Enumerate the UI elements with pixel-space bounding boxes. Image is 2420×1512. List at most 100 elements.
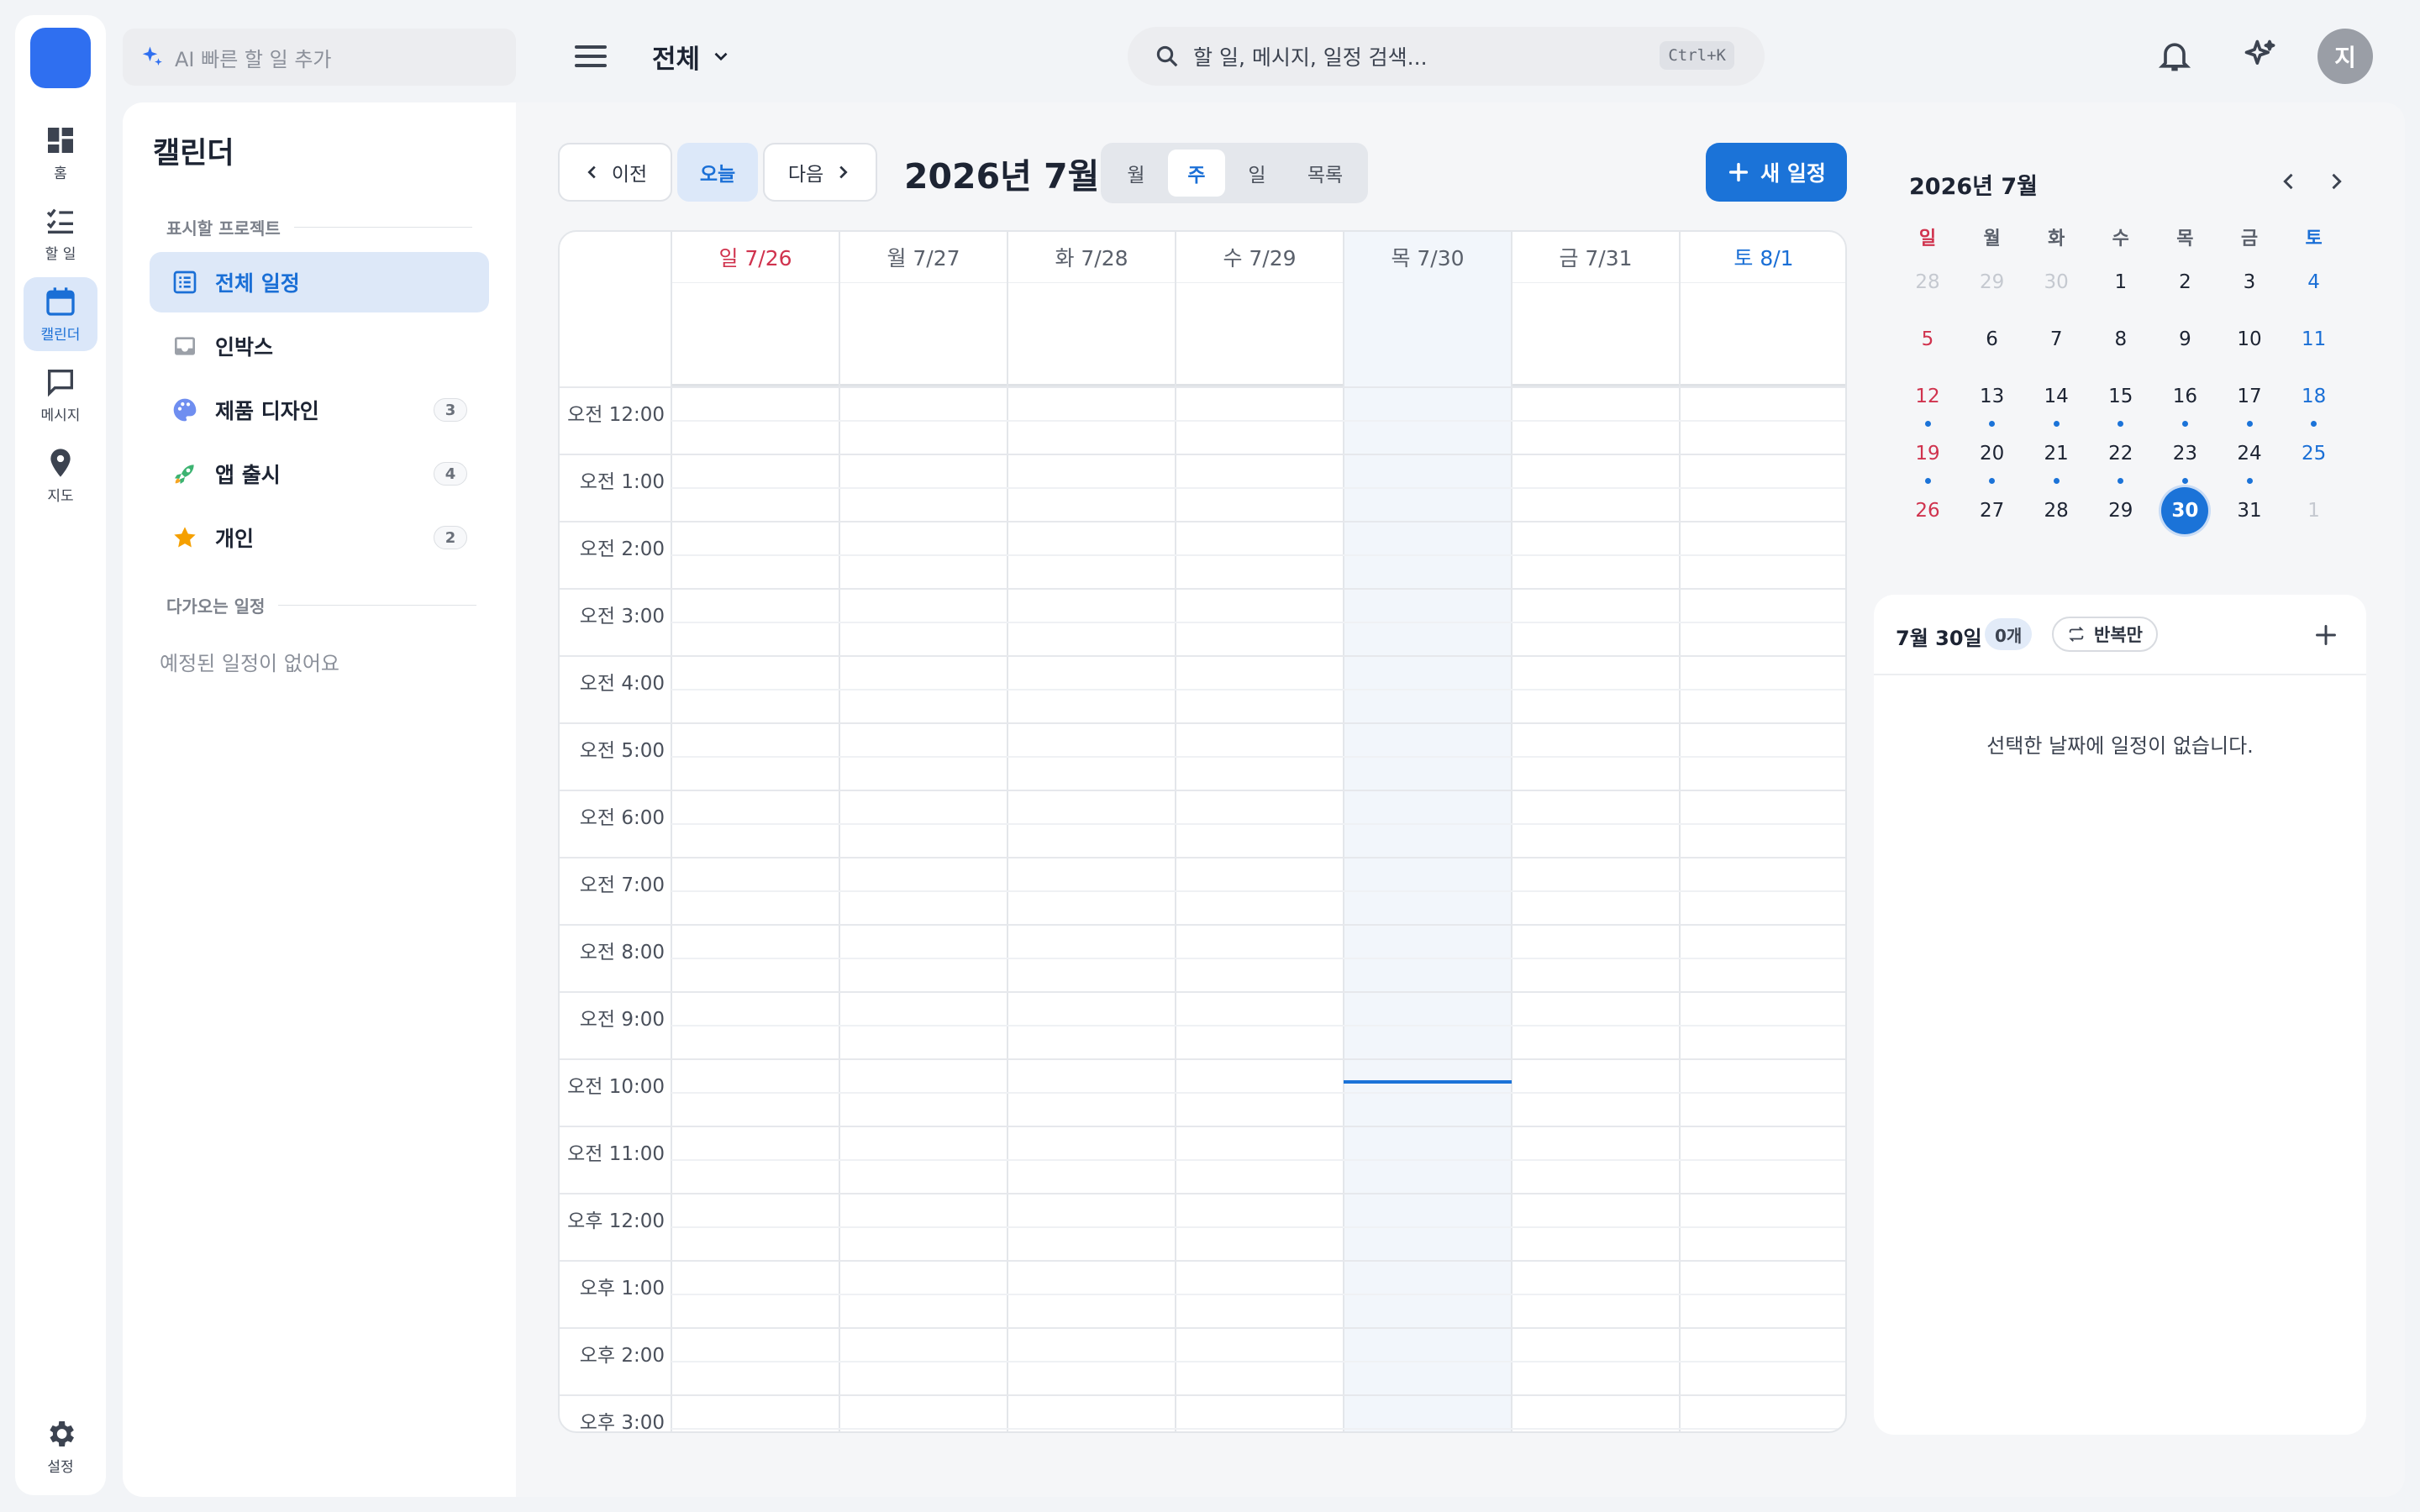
scope-dropdown[interactable]: 전체 xyxy=(652,35,732,77)
rail-item-settings[interactable]: 설정 xyxy=(24,1410,97,1483)
view-tab-month[interactable]: 월 xyxy=(1107,150,1165,197)
mini-day[interactable]: 29 xyxy=(1969,259,2016,306)
mini-day[interactable]: 21 xyxy=(2033,430,2080,477)
view-tab-list[interactable]: 목록 xyxy=(1289,150,1361,197)
mini-day[interactable]: 28 xyxy=(2033,487,2080,534)
mini-day[interactable]: 26 xyxy=(1904,487,1951,534)
time-label: 오전 6:00 xyxy=(579,807,665,829)
star-icon xyxy=(174,527,196,548)
day-header[interactable]: 금 7/31 xyxy=(1512,232,1680,282)
next-button-label: 다음 xyxy=(787,164,824,186)
view-tab-day[interactable]: 일 xyxy=(1228,150,1286,197)
sidebar-item-personal[interactable]: 개인 2 xyxy=(150,507,489,568)
mini-day[interactable]: 28 xyxy=(1904,259,1951,306)
mini-prev-month-icon[interactable] xyxy=(2277,170,2301,193)
palette-icon xyxy=(173,398,197,422)
global-search-input[interactable]: 할 일, 메시지, 일정 검색... Ctrl+K xyxy=(1128,27,1765,86)
today-button[interactable]: 오늘 xyxy=(677,143,758,202)
mini-day[interactable]: 20 xyxy=(1969,430,2016,477)
new-event-button[interactable]: 새 일정 xyxy=(1706,143,1847,202)
day-header[interactable]: 토 8/1 xyxy=(1680,232,1845,282)
all-day-row[interactable] xyxy=(671,282,1845,386)
half-hour-line xyxy=(671,756,1845,758)
mini-day[interactable]: 14 xyxy=(2033,373,2080,420)
message-icon xyxy=(48,370,73,397)
half-hour-line xyxy=(671,823,1845,825)
rail-item-messages[interactable]: 메시지 xyxy=(24,358,97,432)
inbox-icon xyxy=(175,337,195,355)
rail-item-label: 메시지 xyxy=(40,407,81,424)
mini-day[interactable]: 18 xyxy=(2291,373,2338,420)
mini-day[interactable]: 4 xyxy=(2291,259,2338,306)
day-header[interactable]: 목 7/30 xyxy=(1344,232,1512,282)
mini-calendar-title: 2026년 7월 xyxy=(1909,174,2039,200)
mini-day[interactable]: 9 xyxy=(2161,316,2208,363)
event-dot xyxy=(2053,421,2060,427)
mini-day[interactable]: 29 xyxy=(2097,487,2144,534)
hour-line xyxy=(560,1126,1845,1127)
mini-day[interactable]: 2 xyxy=(2161,259,2208,306)
mini-day[interactable]: 19 xyxy=(1904,430,1951,477)
ai-sparkle-icon[interactable] xyxy=(2242,37,2279,74)
mini-day[interactable]: 27 xyxy=(1969,487,2016,534)
next-button[interactable]: 다음 xyxy=(763,143,877,202)
today-column xyxy=(1344,232,1512,1431)
mini-next-month-icon[interactable] xyxy=(2324,170,2348,193)
mini-day[interactable]: 25 xyxy=(2291,430,2338,477)
view-tab-week[interactable]: 주 xyxy=(1168,150,1225,197)
menu-icon[interactable] xyxy=(571,39,610,74)
search-shortcut-badge: Ctrl+K xyxy=(1660,41,1734,70)
repeat-only-toggle[interactable]: 반복만 xyxy=(2052,617,2158,652)
mini-day[interactable]: 13 xyxy=(1969,373,2016,420)
mini-day[interactable]: 11 xyxy=(2291,316,2338,363)
sidebar-item-inbox[interactable]: 인박스 xyxy=(150,316,489,376)
mini-day[interactable]: 1 xyxy=(2291,487,2338,534)
mini-day[interactable]: 10 xyxy=(2226,316,2273,363)
day-header[interactable]: 일 7/26 xyxy=(671,232,839,282)
mini-day[interactable]: 23 xyxy=(2161,430,2208,477)
sidebar-item-app-launch[interactable]: 앱 출시 4 xyxy=(150,444,489,504)
half-hour-line xyxy=(671,689,1845,690)
mini-day[interactable]: 7 xyxy=(2033,316,2080,363)
bell-icon[interactable] xyxy=(2156,37,2193,74)
mini-day[interactable]: 17 xyxy=(2226,373,2273,420)
day-detail-title: 7월 30일 xyxy=(1896,627,1982,650)
week-grid[interactable]: 일 7/26 월 7/27 화 7/28 수 7/29 목 7/30 금 7/31 토 8/… xyxy=(558,230,1847,1433)
mini-day[interactable]: 24 xyxy=(2226,430,2273,477)
app-logo[interactable] xyxy=(30,28,91,88)
mini-day[interactable]: 1 xyxy=(2097,259,2144,306)
mini-weekday-label: 월 xyxy=(1983,228,2001,249)
user-avatar[interactable]: 지 xyxy=(2317,29,2373,84)
mini-day[interactable]: 8 xyxy=(2097,316,2144,363)
repeat-only-label: 반복만 xyxy=(2094,625,2143,645)
column-divider xyxy=(1511,232,1512,1431)
ai-quick-add-input[interactable]: AI 빠른 할 일 추가 xyxy=(123,29,516,86)
rail-item-calendar[interactable]: 캘린더 xyxy=(24,277,97,351)
add-event-icon[interactable] xyxy=(2314,623,2338,647)
mini-day[interactable]: 3 xyxy=(2226,259,2273,306)
mini-day[interactable]: 15 xyxy=(2097,373,2144,420)
sidebar-item-label: 제품 디자인 xyxy=(215,399,319,423)
mini-day[interactable]: 30 xyxy=(2033,259,2080,306)
sidebar-item-all-events[interactable]: 전체 일정 xyxy=(150,252,489,312)
rail-item-todo[interactable]: 할 일 xyxy=(24,197,97,270)
day-header[interactable]: 수 7/29 xyxy=(1176,232,1344,282)
day-header[interactable]: 화 7/28 xyxy=(1007,232,1176,282)
rail-item-home[interactable]: 홈 xyxy=(24,116,97,190)
hour-line xyxy=(560,790,1845,791)
mini-day[interactable]: 6 xyxy=(1969,316,2016,363)
mini-day[interactable]: 22 xyxy=(2097,430,2144,477)
mini-day[interactable]: 5 xyxy=(1904,316,1951,363)
day-header[interactable]: 월 7/27 xyxy=(839,232,1007,282)
sidebar-item-product-design[interactable]: 제품 디자인 3 xyxy=(150,380,489,440)
mini-day[interactable]: 31 xyxy=(2226,487,2273,534)
chevron-down-icon xyxy=(714,52,728,61)
mini-day[interactable]: 16 xyxy=(2161,373,2208,420)
rail-item-label: 홈 xyxy=(54,165,67,182)
mini-day[interactable]: 12 xyxy=(1904,373,1951,420)
calendar-month-title: 2026년 7월 xyxy=(904,156,1100,197)
mini-weekday-label: 목 xyxy=(2176,228,2194,249)
mini-day[interactable]: 30 xyxy=(2161,487,2209,534)
prev-button[interactable]: 이전 xyxy=(558,143,672,202)
rail-item-map[interactable]: 지도 xyxy=(24,438,97,512)
